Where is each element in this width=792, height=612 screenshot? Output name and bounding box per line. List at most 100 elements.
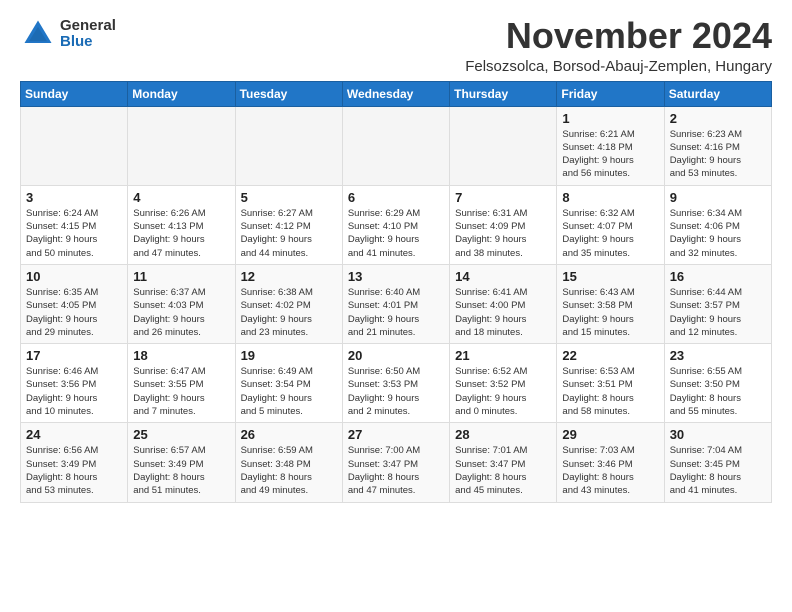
day-info: Sunrise: 6:21 AM Sunset: 4:18 PM Dayligh… <box>562 128 658 181</box>
day-cell: 26 Sunrise: 6:59 AM Sunset: 3:48 PM Dayli… <box>235 423 342 502</box>
day-number: 22 <box>562 348 658 363</box>
day-cell: 27 Sunrise: 7:00 AM Sunset: 3:47 PM Dayli… <box>342 423 449 502</box>
header-thursday: Thursday <box>450 81 557 106</box>
day-cell: 14 Sunrise: 6:41 AM Sunset: 4:00 PM Dayli… <box>450 264 557 343</box>
day-number: 4 <box>133 190 229 205</box>
header-saturday: Saturday <box>664 81 771 106</box>
day-info: Sunrise: 6:43 AM Sunset: 3:58 PM Dayligh… <box>562 286 658 339</box>
day-number: 8 <box>562 190 658 205</box>
day-number: 12 <box>241 269 337 284</box>
day-number: 18 <box>133 348 229 363</box>
day-cell: 21 Sunrise: 6:52 AM Sunset: 3:52 PM Dayli… <box>450 344 557 423</box>
location: Felsozsolca, Borsod-Abauj-Zemplen, Hunga… <box>465 58 772 75</box>
day-info: Sunrise: 7:00 AM Sunset: 3:47 PM Dayligh… <box>348 444 444 497</box>
day-cell: 23 Sunrise: 6:55 AM Sunset: 3:50 PM Dayli… <box>664 344 771 423</box>
day-cell: 28Sunrise: 7:01 AM Sunset: 3:47 PM Dayli… <box>450 423 557 502</box>
day-cell: 24Sunrise: 6:56 AM Sunset: 3:49 PM Dayli… <box>21 423 128 502</box>
day-info: Sunrise: 6:44 AM Sunset: 3:57 PM Dayligh… <box>670 286 766 339</box>
page: General Blue November 2024 Felsozsolca, … <box>0 0 792 513</box>
day-info: Sunrise: 6:49 AM Sunset: 3:54 PM Dayligh… <box>241 365 337 418</box>
day-number: 26 <box>241 427 337 442</box>
day-number: 7 <box>455 190 551 205</box>
day-number: 21 <box>455 348 551 363</box>
day-number: 13 <box>348 269 444 284</box>
day-info: Sunrise: 6:50 AM Sunset: 3:53 PM Dayligh… <box>348 365 444 418</box>
day-number: 30 <box>670 427 766 442</box>
day-info: Sunrise: 6:31 AM Sunset: 4:09 PM Dayligh… <box>455 207 551 260</box>
day-number: 1 <box>562 111 658 126</box>
day-cell: 5Sunrise: 6:27 AM Sunset: 4:12 PM Daylig… <box>235 185 342 264</box>
header-row: SundayMondayTuesdayWednesdayThursdayFrid… <box>21 81 772 106</box>
header-sunday: Sunday <box>21 81 128 106</box>
day-cell: 17 Sunrise: 6:46 AM Sunset: 3:56 PM Dayli… <box>21 344 128 423</box>
day-info: Sunrise: 6:23 AM Sunset: 4:16 PM Dayligh… <box>670 128 766 181</box>
day-info: Sunrise: 6:52 AM Sunset: 3:52 PM Dayligh… <box>455 365 551 418</box>
day-number: 23 <box>670 348 766 363</box>
day-info: Sunrise: 6:32 AM Sunset: 4:07 PM Dayligh… <box>562 207 658 260</box>
day-cell: 7 Sunrise: 6:31 AM Sunset: 4:09 PM Daylig… <box>450 185 557 264</box>
day-info: Sunrise: 6:55 AM Sunset: 3:50 PM Dayligh… <box>670 365 766 418</box>
day-number: 9 <box>670 190 766 205</box>
day-number: 19 <box>241 348 337 363</box>
day-cell <box>128 106 235 185</box>
header-monday: Monday <box>128 81 235 106</box>
day-number: 29 <box>562 427 658 442</box>
day-info: Sunrise: 6:46 AM Sunset: 3:56 PM Dayligh… <box>26 365 122 418</box>
day-cell: 13 Sunrise: 6:40 AM Sunset: 4:01 PM Dayli… <box>342 264 449 343</box>
day-number: 24 <box>26 427 122 442</box>
day-cell <box>342 106 449 185</box>
title-block: November 2024 Felsozsolca, Borsod-Abauj-… <box>465 16 772 75</box>
header-friday: Friday <box>557 81 664 106</box>
day-info: Sunrise: 7:01 AM Sunset: 3:47 PM Dayligh… <box>455 444 551 497</box>
day-info: Sunrise: 6:34 AM Sunset: 4:06 PM Dayligh… <box>670 207 766 260</box>
day-number: 6 <box>348 190 444 205</box>
day-number: 25 <box>133 427 229 442</box>
day-number: 10 <box>26 269 122 284</box>
day-info: Sunrise: 6:53 AM Sunset: 3:51 PM Dayligh… <box>562 365 658 418</box>
day-info: Sunrise: 6:35 AM Sunset: 4:05 PM Dayligh… <box>26 286 122 339</box>
day-info: Sunrise: 6:40 AM Sunset: 4:01 PM Dayligh… <box>348 286 444 339</box>
day-info: Sunrise: 6:41 AM Sunset: 4:00 PM Dayligh… <box>455 286 551 339</box>
day-cell: 10 Sunrise: 6:35 AM Sunset: 4:05 PM Dayli… <box>21 264 128 343</box>
day-number: 11 <box>133 269 229 284</box>
day-number: 15 <box>562 269 658 284</box>
day-cell: 8 Sunrise: 6:32 AM Sunset: 4:07 PM Daylig… <box>557 185 664 264</box>
day-number: 27 <box>348 427 444 442</box>
day-info: Sunrise: 6:47 AM Sunset: 3:55 PM Dayligh… <box>133 365 229 418</box>
day-info: Sunrise: 6:26 AM Sunset: 4:13 PM Dayligh… <box>133 207 229 260</box>
day-info: Sunrise: 7:04 AM Sunset: 3:45 PM Dayligh… <box>670 444 766 497</box>
day-info: Sunrise: 6:57 AM Sunset: 3:49 PM Dayligh… <box>133 444 229 497</box>
day-number: 17 <box>26 348 122 363</box>
day-number: 2 <box>670 111 766 126</box>
day-cell: 2 Sunrise: 6:23 AM Sunset: 4:16 PM Daylig… <box>664 106 771 185</box>
week-row-1: 3 Sunrise: 6:24 AM Sunset: 4:15 PM Daylig… <box>21 185 772 264</box>
day-number: 5 <box>241 190 337 205</box>
day-number: 14 <box>455 269 551 284</box>
day-info: Sunrise: 6:37 AM Sunset: 4:03 PM Dayligh… <box>133 286 229 339</box>
day-cell: 25 Sunrise: 6:57 AM Sunset: 3:49 PM Dayli… <box>128 423 235 502</box>
day-number: 3 <box>26 190 122 205</box>
calendar-table: SundayMondayTuesdayWednesdayThursdayFrid… <box>20 81 772 503</box>
day-cell: 29 Sunrise: 7:03 AM Sunset: 3:46 PM Dayli… <box>557 423 664 502</box>
day-info: Sunrise: 7:03 AM Sunset: 3:46 PM Dayligh… <box>562 444 658 497</box>
header-wednesday: Wednesday <box>342 81 449 106</box>
day-cell: 16 Sunrise: 6:44 AM Sunset: 3:57 PM Dayli… <box>664 264 771 343</box>
day-info: Sunrise: 6:59 AM Sunset: 3:48 PM Dayligh… <box>241 444 337 497</box>
header: General Blue November 2024 Felsozsolca, … <box>20 16 772 75</box>
header-tuesday: Tuesday <box>235 81 342 106</box>
day-cell: 18 Sunrise: 6:47 AM Sunset: 3:55 PM Dayli… <box>128 344 235 423</box>
day-info: Sunrise: 6:38 AM Sunset: 4:02 PM Dayligh… <box>241 286 337 339</box>
week-row-0: 1 Sunrise: 6:21 AM Sunset: 4:18 PM Daylig… <box>21 106 772 185</box>
day-cell <box>21 106 128 185</box>
month-title: November 2024 <box>465 16 772 56</box>
day-cell: 4 Sunrise: 6:26 AM Sunset: 4:13 PM Daylig… <box>128 185 235 264</box>
day-cell: 30 Sunrise: 7:04 AM Sunset: 3:45 PM Dayli… <box>664 423 771 502</box>
day-info: Sunrise: 6:24 AM Sunset: 4:15 PM Dayligh… <box>26 207 122 260</box>
logo: General Blue <box>20 16 116 52</box>
day-cell: 22 Sunrise: 6:53 AM Sunset: 3:51 PM Dayli… <box>557 344 664 423</box>
day-cell: 3 Sunrise: 6:24 AM Sunset: 4:15 PM Daylig… <box>21 185 128 264</box>
day-number: 16 <box>670 269 766 284</box>
logo-text: General Blue <box>60 18 116 51</box>
day-cell: 1 Sunrise: 6:21 AM Sunset: 4:18 PM Daylig… <box>557 106 664 185</box>
logo-icon <box>20 16 56 52</box>
